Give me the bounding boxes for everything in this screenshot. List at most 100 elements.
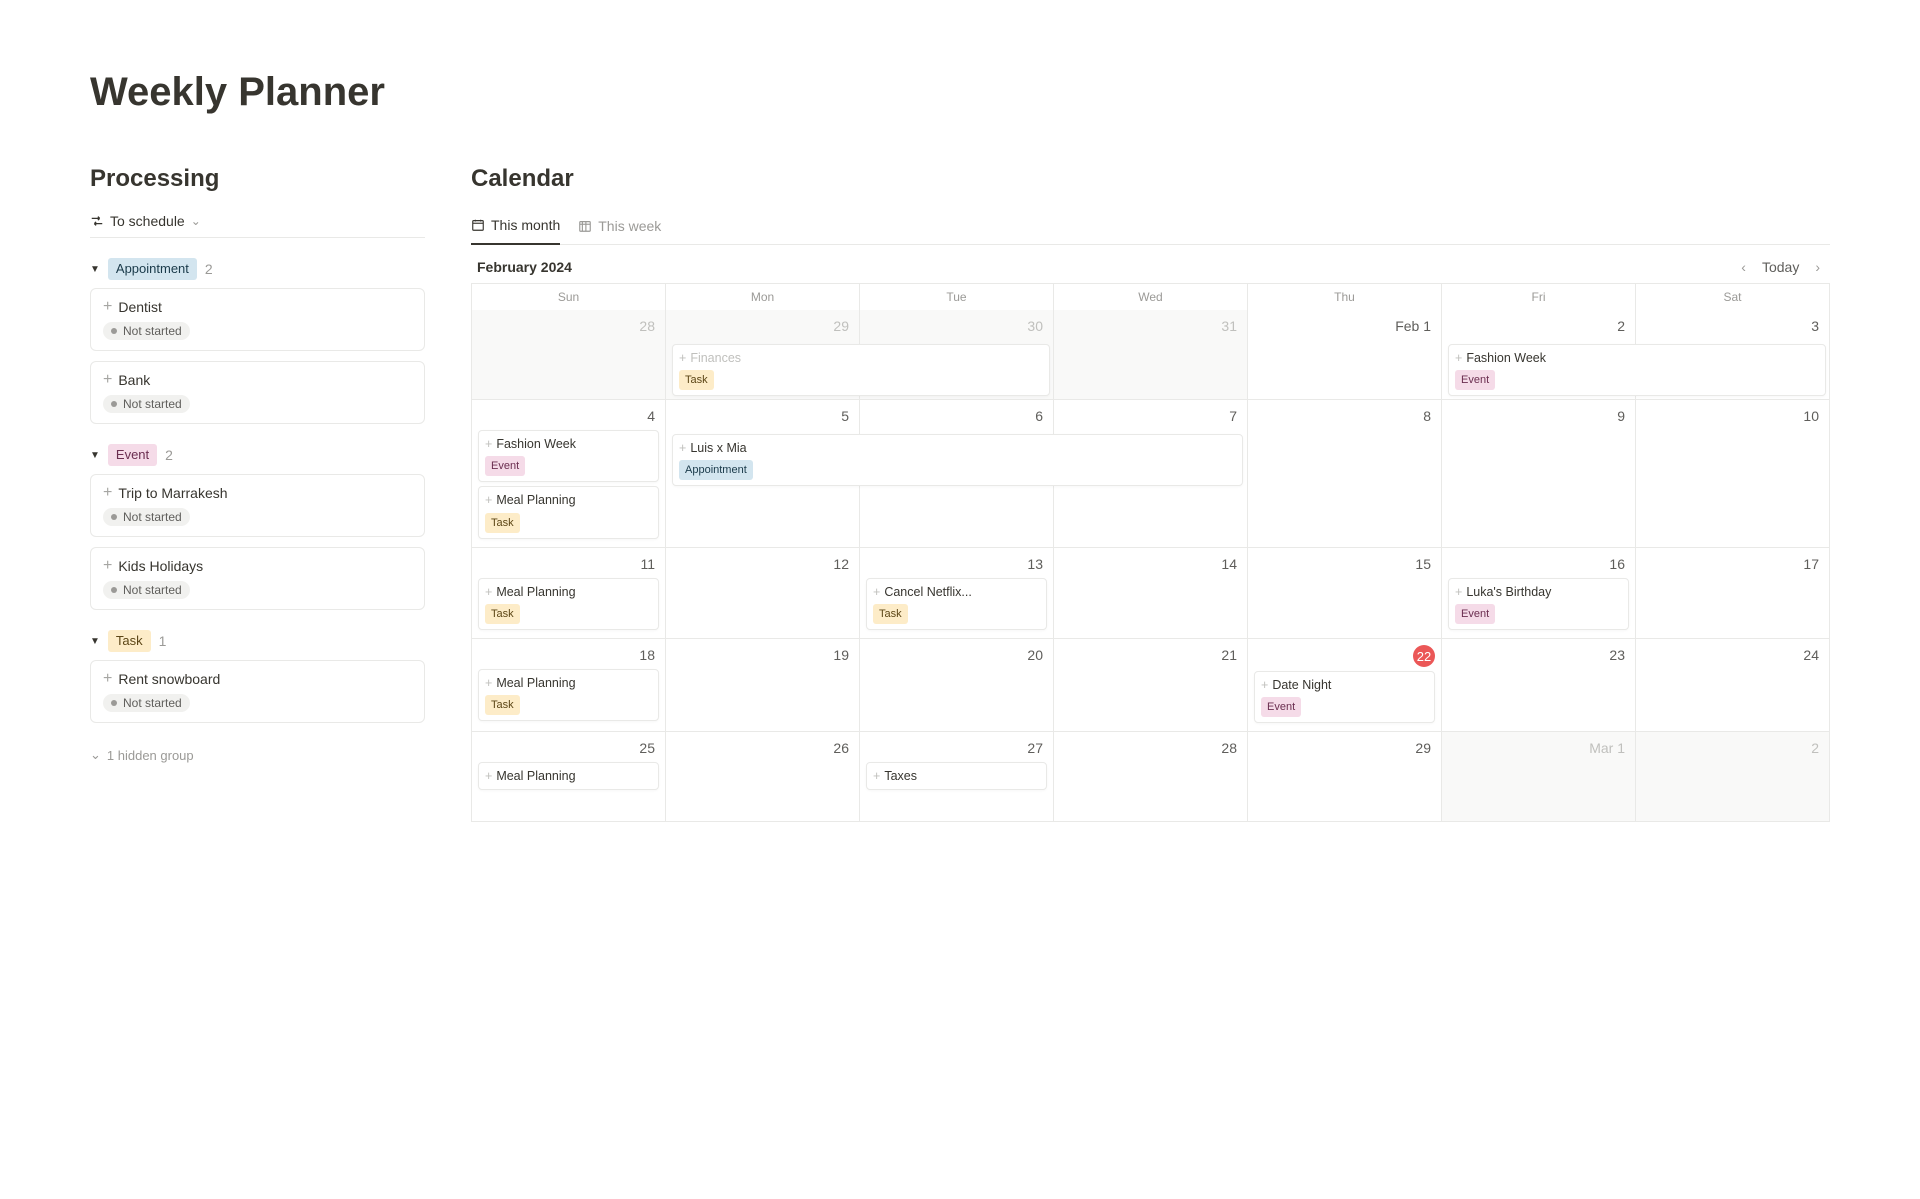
plus-icon: + [103, 672, 112, 686]
today-button[interactable]: Today [1762, 259, 1799, 275]
status-badge: Not started [103, 395, 190, 413]
calendar-day-cell[interactable]: 13+Cancel Netflix...Task [860, 548, 1054, 639]
calendar-event[interactable]: +Date NightEvent [1254, 671, 1435, 723]
calendar-day-cell[interactable]: 26 [666, 732, 860, 822]
calendar-event[interactable]: +Luis x MiaAppointment [672, 434, 1243, 486]
calendar-day-cell[interactable]: 17 [1636, 548, 1830, 639]
day-number: 30 [864, 314, 1049, 336]
calendar-day-cell[interactable]: 5+Luis x MiaAppointment [666, 400, 860, 548]
calendar-day-cell[interactable]: 14 [1054, 548, 1248, 639]
plus-icon: + [485, 584, 492, 600]
calendar-event[interactable]: +Fashion WeekEvent [1448, 344, 1826, 396]
calendar-day-cell[interactable]: 20 [860, 639, 1054, 732]
calendar-day-cell[interactable]: 28 [1054, 732, 1248, 822]
calendar-day-cell[interactable]: Feb 1 [1248, 310, 1442, 400]
calendar-day-cell[interactable]: 19 [666, 639, 860, 732]
group-label: Task [108, 630, 151, 652]
calendar-day-cell[interactable]: 2+Fashion WeekEvent [1442, 310, 1636, 400]
plus-icon: + [103, 559, 112, 573]
calendar-day-cell[interactable]: 23 [1442, 639, 1636, 732]
chevron-down-icon: ⌄ [191, 214, 201, 228]
day-number: 14 [1058, 552, 1243, 574]
calendar-day-cell[interactable]: 27+Taxes [860, 732, 1054, 822]
calendar-day-cell[interactable]: Mar 1 [1442, 732, 1636, 822]
task-card[interactable]: + Trip to Marrakesh Not started [90, 474, 425, 537]
triangle-down-icon: ▼ [90, 636, 100, 647]
swap-icon [90, 214, 104, 228]
card-title: Bank [118, 372, 150, 388]
event-title: Taxes [884, 768, 917, 784]
event-tag: Event [1455, 370, 1495, 390]
tab-this-week[interactable]: This week [578, 214, 661, 244]
calendar-day-cell[interactable]: 24 [1636, 639, 1830, 732]
day-number: 2 [1640, 736, 1825, 758]
calendar-day-cell[interactable]: 15 [1248, 548, 1442, 639]
triangle-down-icon: ▼ [90, 450, 100, 461]
task-card[interactable]: + Bank Not started [90, 361, 425, 424]
tab-this-month[interactable]: This month [471, 213, 560, 245]
group-header-event[interactable]: ▼ Event 2 [90, 440, 425, 474]
day-number: 16 [1446, 552, 1631, 574]
plus-icon: + [679, 350, 686, 366]
task-card[interactable]: + Dentist Not started [90, 288, 425, 351]
event-tag: Event [485, 456, 525, 476]
calendar-day-cell[interactable]: 31 [1054, 310, 1248, 400]
calendar-event[interactable]: +Cancel Netflix...Task [866, 578, 1047, 630]
calendar-day-cell[interactable]: 12 [666, 548, 860, 639]
hidden-group-toggle[interactable]: ⌄ 1 hidden group [90, 747, 425, 763]
plus-icon: + [873, 584, 880, 600]
plus-icon: + [103, 373, 112, 387]
group-label: Event [108, 444, 157, 466]
day-number: 21 [1058, 643, 1243, 665]
view-selector[interactable]: To schedule ⌄ [90, 213, 425, 238]
calendar-day-cell[interactable]: 8 [1248, 400, 1442, 548]
calendar-title: Calendar [471, 165, 1830, 193]
calendar-event[interactable]: +Meal PlanningTask [478, 486, 659, 538]
group-label: Appointment [108, 258, 197, 280]
day-of-week: Mon [666, 284, 860, 310]
calendar-day-cell[interactable]: 21 [1054, 639, 1248, 732]
day-of-week: Tue [860, 284, 1054, 310]
calendar-day-cell[interactable]: 9 [1442, 400, 1636, 548]
group-count: 2 [165, 447, 173, 463]
calendar-day-cell[interactable]: 22+Date NightEvent [1248, 639, 1442, 732]
event-title: Meal Planning [496, 584, 575, 600]
day-number: 26 [670, 736, 855, 758]
calendar-grid: SunMonTueWedThuFriSat 2829+FinancesTask3… [471, 283, 1830, 822]
card-title: Dentist [118, 299, 162, 315]
day-number: 12 [670, 552, 855, 574]
calendar-day-cell[interactable]: 10 [1636, 400, 1830, 548]
calendar-day-cell[interactable]: 18+Meal PlanningTask [472, 639, 666, 732]
task-card[interactable]: + Rent snowboard Not started [90, 660, 425, 723]
calendar-day-cell[interactable]: 29 [1248, 732, 1442, 822]
group-header-task[interactable]: ▼ Task 1 [90, 626, 425, 660]
plus-icon: + [485, 675, 492, 691]
status-badge: Not started [103, 694, 190, 712]
event-title: Finances [690, 350, 741, 366]
calendar-panel: Calendar This month This week February 2… [471, 165, 1830, 822]
task-card[interactable]: + Kids Holidays Not started [90, 547, 425, 610]
calendar-day-cell[interactable]: 28 [472, 310, 666, 400]
calendar-event[interactable]: +Luka's BirthdayEvent [1448, 578, 1629, 630]
calendar-day-cell[interactable]: 2 [1636, 732, 1830, 822]
group-count: 1 [159, 633, 167, 649]
calendar-event[interactable]: +Meal Planning [478, 762, 659, 790]
calendar-day-cell[interactable]: 11+Meal PlanningTask [472, 548, 666, 639]
calendar-day-cell[interactable]: 16 +Luka's BirthdayEvent [1442, 548, 1636, 639]
calendar-event[interactable]: +Meal PlanningTask [478, 669, 659, 721]
calendar-day-cell[interactable]: 29+FinancesTask [666, 310, 860, 400]
event-title: Cancel Netflix... [884, 584, 972, 600]
calendar-day-cell[interactable]: 4+Fashion WeekEvent+Meal PlanningTask [472, 400, 666, 548]
next-month-button[interactable]: › [1811, 259, 1824, 275]
group-count: 2 [205, 261, 213, 277]
calendar-event[interactable]: +Taxes [866, 762, 1047, 790]
calendar-event[interactable]: +Fashion WeekEvent [478, 430, 659, 482]
plus-icon: + [1261, 677, 1268, 693]
group-header-appointment[interactable]: ▼ Appointment 2 [90, 254, 425, 288]
calendar-event[interactable]: +Meal PlanningTask [478, 578, 659, 630]
calendar-event[interactable]: +FinancesTask [672, 344, 1050, 396]
day-number: 19 [670, 643, 855, 665]
hidden-group-label: 1 hidden group [107, 748, 194, 763]
prev-month-button[interactable]: ‹ [1737, 259, 1750, 275]
calendar-day-cell[interactable]: 25+Meal Planning [472, 732, 666, 822]
